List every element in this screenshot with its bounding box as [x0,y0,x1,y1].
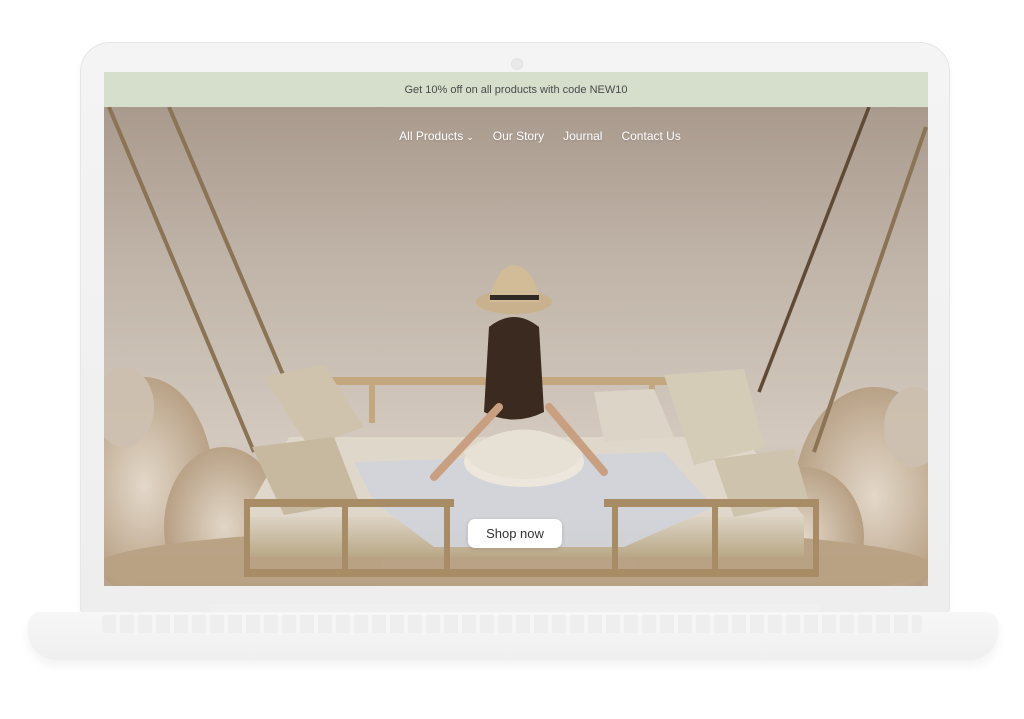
nav-item-label: Journal [563,129,603,143]
main-nav: All Products ⌄ Our Story Journal Contact… [104,129,928,143]
hero-image [104,107,928,586]
nav-item-label: Our Story [492,129,545,143]
webcam [511,58,523,70]
nav-item-contact-us[interactable]: Contact Us [621,129,680,143]
nav-item-label: All Products [399,129,464,143]
chevron-down-icon: ⌄ [466,131,474,142]
browser-screen: Get 10% off on all products with code NE… [104,72,928,586]
announcement-text: Get 10% off on all products with code NE… [404,83,628,96]
nav-item-label: Contact Us [621,129,681,143]
nav-item-all-products[interactable]: All Products ⌄ [399,129,474,143]
hero-section: All Products ⌄ Our Story Journal Contact… [104,107,928,586]
announcement-bar: Get 10% off on all products with code NE… [104,72,928,107]
nav-item-journal[interactable]: Journal [563,129,602,143]
nav-item-our-story[interactable]: Our Story [493,129,544,143]
laptop-keyboard [102,615,922,633]
shop-now-button[interactable]: Shop now [468,519,562,548]
